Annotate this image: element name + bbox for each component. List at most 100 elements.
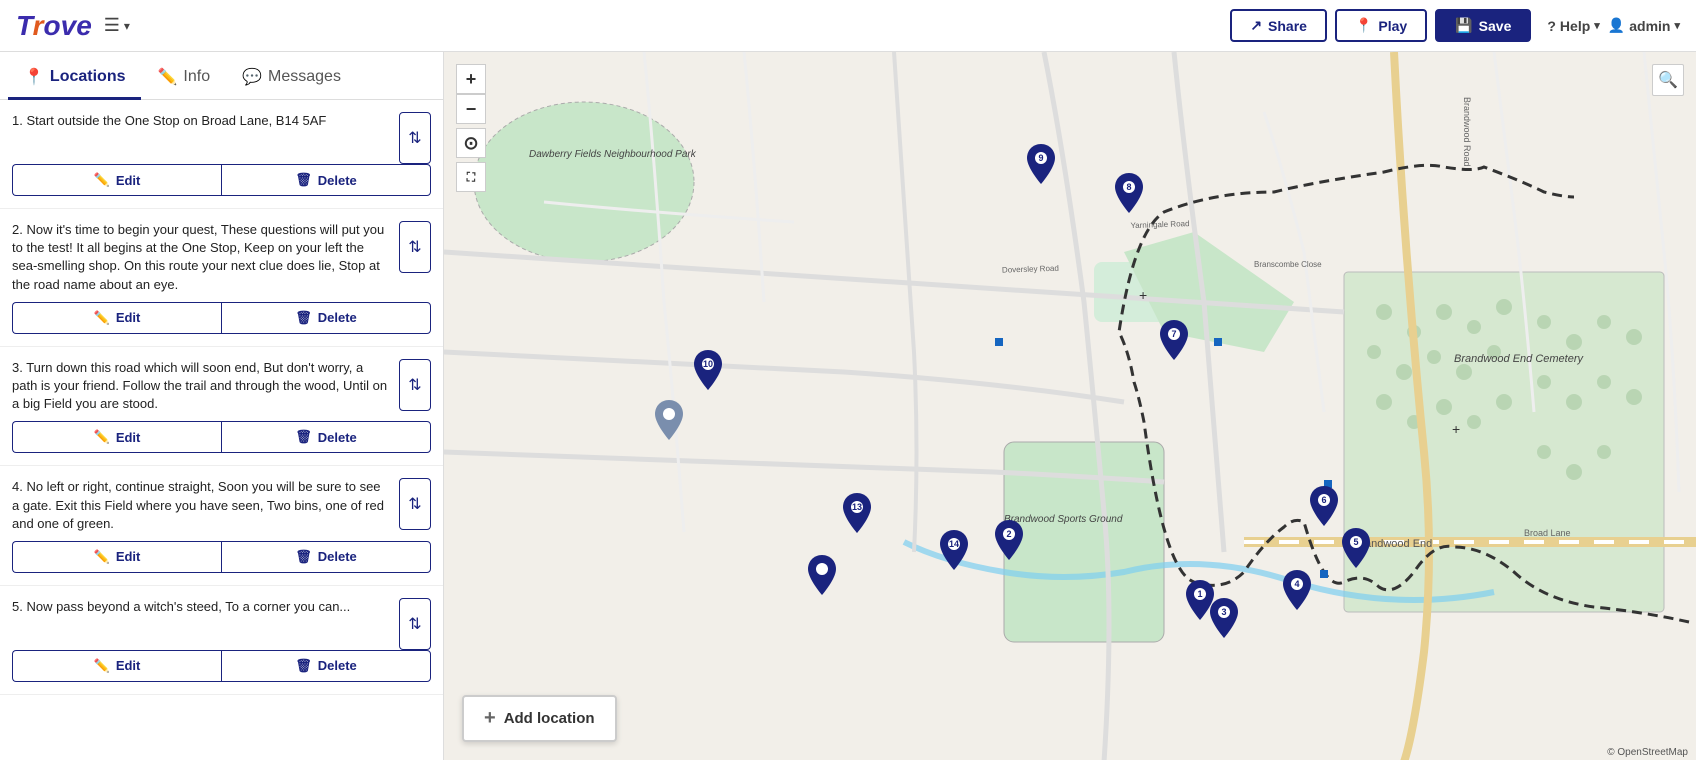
svg-text:2: 2 <box>1006 529 1011 539</box>
svg-text:5: 5 <box>1353 537 1358 547</box>
header-menu-button[interactable]: ☰ ▾ <box>104 15 130 36</box>
search-icon: 🔍 <box>1658 70 1678 90</box>
sidebar: 📍 Locations ✏️ Info 💬 Messages 1. Start … <box>0 52 444 760</box>
edit-button[interactable]: ✏️ Edit <box>12 164 221 196</box>
admin-button[interactable]: 👤 admin ▾ <box>1608 17 1680 34</box>
edit-icon: ✏️ <box>94 172 110 188</box>
share-icon: ↗ <box>1250 17 1262 34</box>
fullscreen-button[interactable]: ⛶ <box>456 162 486 192</box>
svg-text:Branscombe Close: Branscombe Close <box>1254 260 1322 269</box>
share-button[interactable]: ↗ Share <box>1230 9 1327 42</box>
add-location-label: Add location <box>504 710 595 727</box>
tab-messages[interactable]: 💬 Messages <box>226 57 357 100</box>
reorder-button[interactable]: ⇅ <box>399 478 431 530</box>
header: Trove ☰ ▾ ↗ Share 📍 Play 💾 Save ? Help ▾… <box>0 0 1696 52</box>
location-item-row: 4. No left or right, continue straight, … <box>12 478 431 541</box>
edit-label: Edit <box>116 430 141 445</box>
delete-button[interactable]: 🗑 Delete <box>221 302 431 334</box>
delete-button[interactable]: 🗑 Delete <box>221 421 431 453</box>
info-tab-label: Info <box>183 68 210 86</box>
svg-text:+: + <box>1452 421 1460 437</box>
svg-text:9: 9 <box>1038 153 1043 163</box>
delete-label: Delete <box>318 173 357 188</box>
trash-icon: 🗑 <box>295 310 312 326</box>
reorder-button[interactable]: ⇅ <box>399 112 431 164</box>
edit-button[interactable]: ✏️ Edit <box>12 421 221 453</box>
edit-label: Edit <box>116 310 141 325</box>
location-actions: ✏️ Edit 🗑 Delete <box>12 421 431 453</box>
chevron-down-icon: ▾ <box>124 19 130 33</box>
help-chevron-icon: ▾ <box>1594 19 1600 32</box>
map-area: Dawberry Fields Neighbourhood Park Brand… <box>444 52 1696 760</box>
add-location-button[interactable]: + Add location <box>462 695 617 742</box>
help-button[interactable]: ? Help ▾ <box>1547 18 1599 34</box>
trash-icon: 🗑 <box>295 549 312 565</box>
info-tab-icon: ✏️ <box>157 67 177 87</box>
location-text: 3. Turn down this road which will soon e… <box>12 359 391 422</box>
edit-label: Edit <box>116 549 141 564</box>
help-icon: ? <box>1547 18 1556 34</box>
delete-button[interactable]: 🗑 Delete <box>221 541 431 573</box>
admin-icon: 👤 <box>1608 17 1625 34</box>
reorder-button[interactable]: ⇅ <box>399 359 431 411</box>
edit-button[interactable]: ✏️ Edit <box>12 302 221 334</box>
main-container: 📍 Locations ✏️ Info 💬 Messages 1. Start … <box>0 52 1696 760</box>
edit-button[interactable]: ✏️ Edit <box>12 541 221 573</box>
map-search-button[interactable]: 🔍 <box>1652 64 1684 96</box>
location-item-row: 3. Turn down this road which will soon e… <box>12 359 431 422</box>
messages-tab-label: Messages <box>268 68 341 86</box>
list-item: 3. Turn down this road which will soon e… <box>0 347 443 467</box>
tab-info[interactable]: ✏️ Info <box>141 57 226 100</box>
location-text: 4. No left or right, continue straight, … <box>12 478 391 541</box>
svg-text:Broad Lane: Broad Lane <box>1524 528 1571 538</box>
trash-icon: 🗑 <box>295 172 312 188</box>
header-actions: ↗ Share 📍 Play 💾 Save ? Help ▾ 👤 admin ▾ <box>1230 9 1680 42</box>
svg-text:Brandwood Road: Brandwood Road <box>1462 97 1472 167</box>
delete-label: Delete <box>318 549 357 564</box>
svg-text:6: 6 <box>1321 495 1326 505</box>
add-icon: + <box>484 707 496 730</box>
zoom-in-button[interactable]: + <box>456 64 486 94</box>
edit-button[interactable]: ✏️ Edit <box>12 650 221 682</box>
location-item-row: 2. Now it's time to begin your quest, Th… <box>12 221 431 302</box>
reorder-button[interactable]: ⇅ <box>399 221 431 273</box>
edit-label: Edit <box>116 173 141 188</box>
svg-text:7: 7 <box>1171 329 1176 339</box>
svg-text:Brandwood Sports Ground: Brandwood Sports Ground <box>1004 514 1123 525</box>
sidebar-tabs: 📍 Locations ✏️ Info 💬 Messages <box>0 52 443 100</box>
list-item: 4. No left or right, continue straight, … <box>0 466 443 586</box>
trash-icon: 🗑 <box>295 658 312 674</box>
svg-text:Dawberry Fields Neighbourhood: Dawberry Fields Neighbourhood Park <box>529 149 697 160</box>
delete-button[interactable]: 🗑 Delete <box>221 650 431 682</box>
svg-text:8: 8 <box>1126 182 1131 192</box>
edit-icon: ✏️ <box>94 310 110 326</box>
delete-button[interactable]: 🗑 Delete <box>221 164 431 196</box>
locate-button[interactable]: ⊙ <box>456 128 486 158</box>
edit-icon: ✏️ <box>94 429 110 445</box>
location-actions: ✏️ Edit 🗑 Delete <box>12 164 431 196</box>
list-item: 2. Now it's time to begin your quest, Th… <box>0 209 443 347</box>
list-item: 5. Now pass beyond a witch's steed, To a… <box>0 586 443 695</box>
svg-text:14: 14 <box>949 539 959 549</box>
trash-icon: 🗑 <box>295 429 312 445</box>
reorder-button[interactable]: ⇅ <box>399 598 431 650</box>
save-icon: 💾 <box>1455 17 1472 34</box>
list-item: 1. Start outside the One Stop on Broad L… <box>0 100 443 209</box>
location-tab-icon: 📍 <box>24 67 44 87</box>
svg-text:4: 4 <box>1294 579 1299 589</box>
share-label: Share <box>1268 18 1307 34</box>
location-list: 1. Start outside the One Stop on Broad L… <box>0 100 443 760</box>
location-text: 2. Now it's time to begin your quest, Th… <box>12 221 391 302</box>
help-label: Help <box>1560 18 1590 34</box>
play-button[interactable]: 📍 Play <box>1335 9 1427 42</box>
location-actions: ✏️ Edit 🗑 Delete <box>12 650 431 682</box>
svg-text:13: 13 <box>852 502 862 512</box>
edit-icon: ✏️ <box>94 549 110 565</box>
location-actions: ✏️ Edit 🗑 Delete <box>12 541 431 573</box>
delete-label: Delete <box>318 310 357 325</box>
save-button[interactable]: 💾 Save <box>1435 9 1531 42</box>
tab-locations[interactable]: 📍 Locations <box>8 57 141 100</box>
location-item-row: 1. Start outside the One Stop on Broad L… <box>12 112 431 164</box>
zoom-out-button[interactable]: − <box>456 94 486 124</box>
delete-label: Delete <box>318 430 357 445</box>
